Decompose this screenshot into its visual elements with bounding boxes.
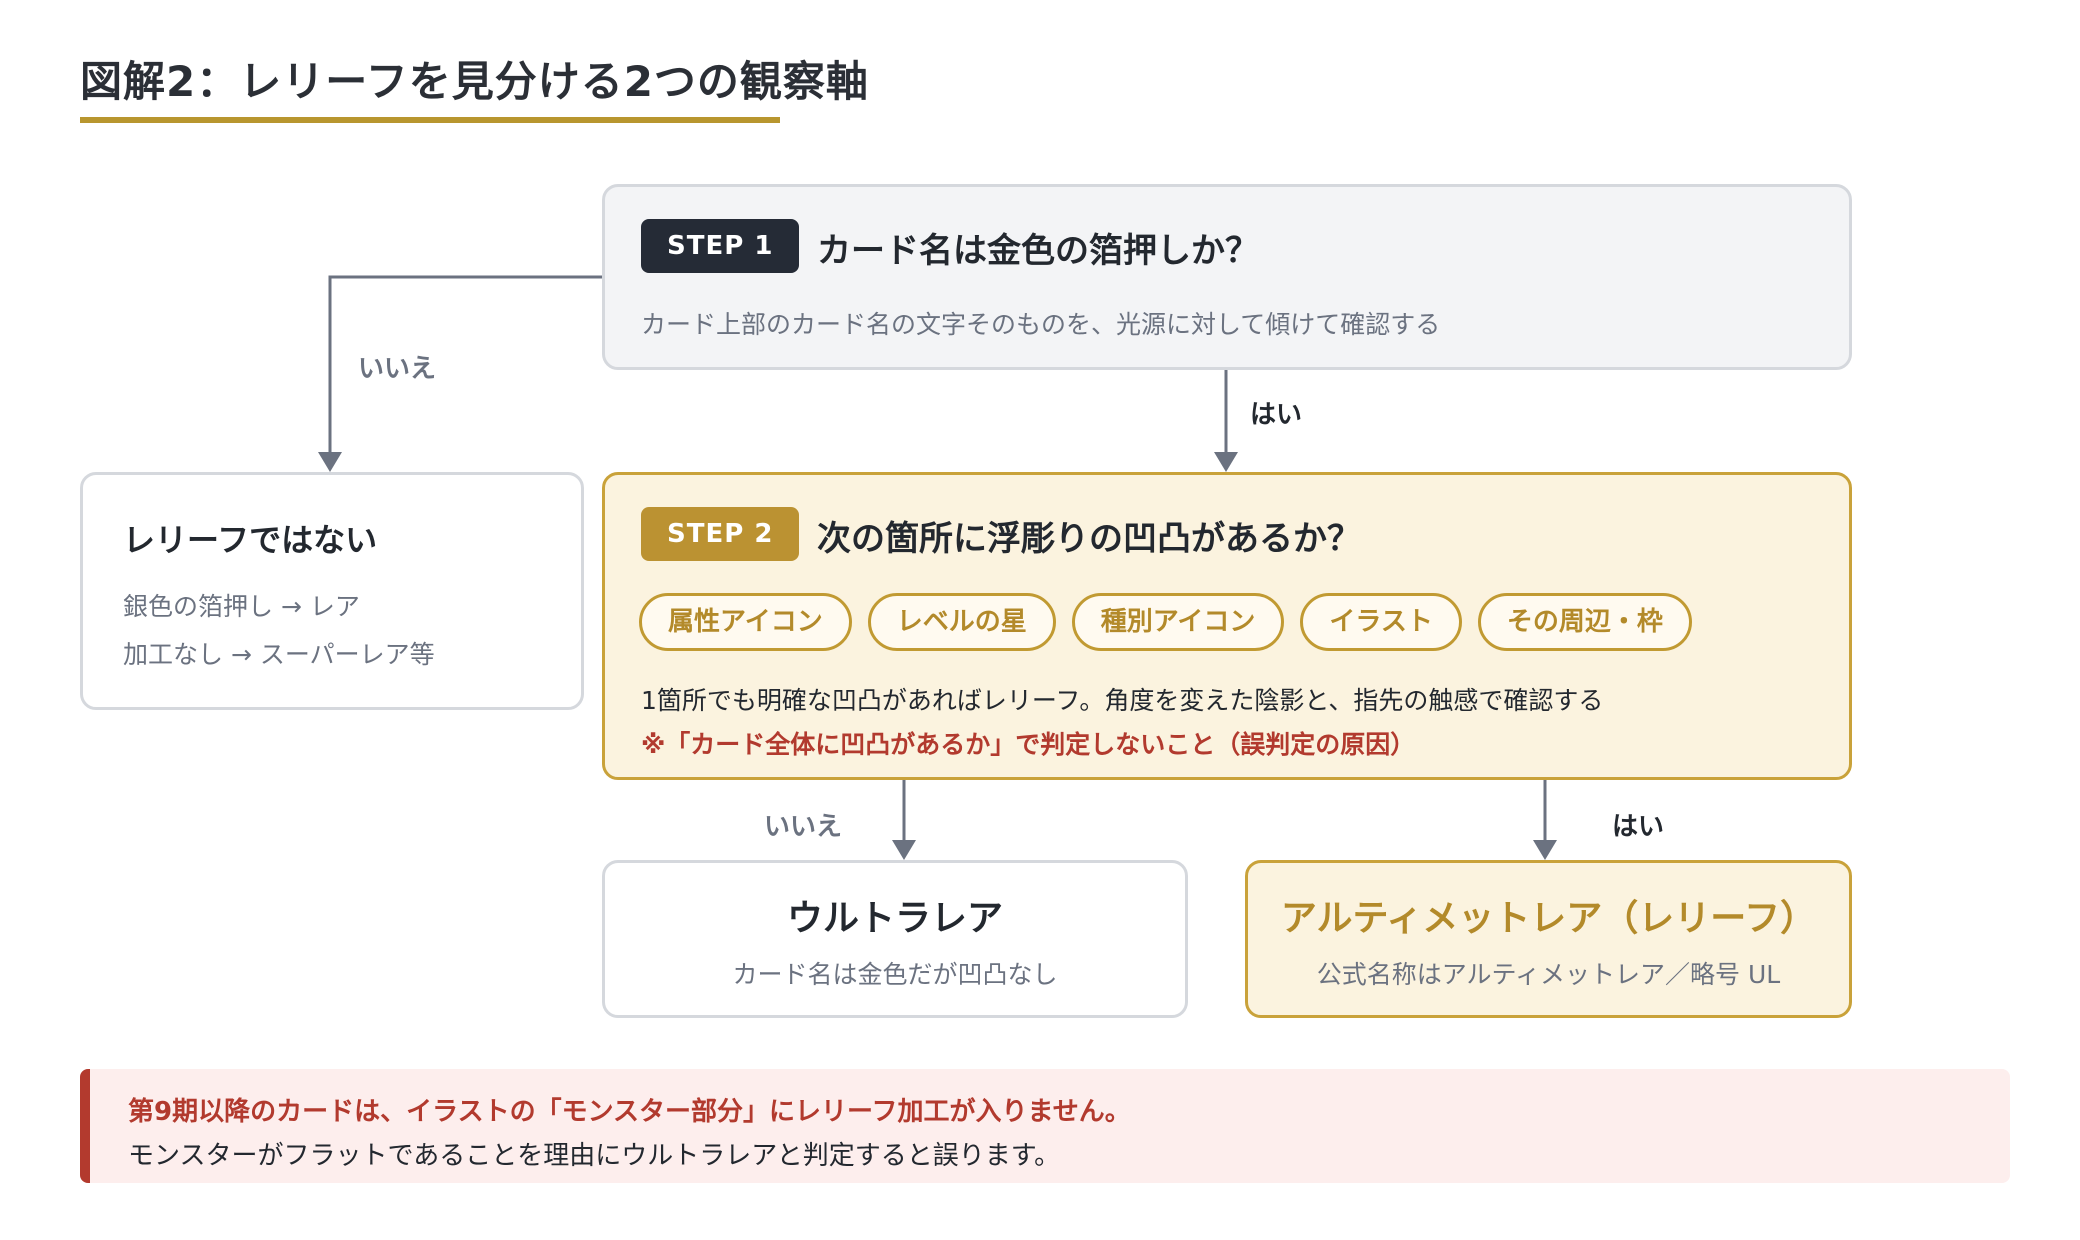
edge-label-step2-yes: はい <box>1612 812 1665 842</box>
ultimate-rare-subtitle: 公式名称はアルティメットレア／略号 UL <box>1316 960 1781 989</box>
step1-box: STEP 1 カード名は金色の箔押しか？ カード上部のカード名の文字そのものを、… <box>602 184 1852 370</box>
arrowhead-step1-yes <box>1214 452 1238 472</box>
step1-question: カード名は金色の箔押しか？ <box>817 231 1259 271</box>
chip-level-stars: レベルの星 <box>867 593 1056 651</box>
step2-question: 次の箇所に浮彫りの凹凸があるか？ <box>817 519 1361 559</box>
step1-badge: STEP 1 <box>641 219 800 273</box>
chip-illustration: イラスト <box>1300 593 1462 651</box>
ultimate-rare-box: アルティメットレア（レリーフ） 公式名称はアルティメットレア／略号 UL <box>1245 860 1852 1018</box>
chip-attribute-icon: 属性アイコン <box>639 593 852 651</box>
warning-line-2: モンスターがフラットであることを理由にウルトラレアと判定すると誤ります。 <box>128 1141 1061 1171</box>
not-relief-box: レリーフではない 銀色の箔押し → レア 加工なし → スーパーレア等 <box>80 472 584 710</box>
step1-description: カード上部のカード名の文字そのものを、光源に対して傾けて確認する <box>641 310 1441 339</box>
step2-box: STEP 2 次の箇所に浮彫りの凹凸があるか？ 属性アイコン レベルの星 種別ア… <box>602 472 1852 780</box>
warning-callout: 第9期以降のカードは、イラストの「モンスター部分」にレリーフ加工が入りません。 … <box>80 1069 2010 1183</box>
step2-warning: ※「カード全体に凹凸があるか」で判定しないこと（誤判定の原因） <box>641 730 1416 759</box>
arrowhead-step2-no <box>892 840 916 860</box>
step2-note: 1箇所でも明確な凹凸があればレリーフ。角度を変えた陰影と、指先の触感で確認する <box>641 686 1604 715</box>
arrowhead-step2-yes <box>1533 840 1557 860</box>
ultra-rare-subtitle: カード名は金色だが凹凸なし <box>732 960 1058 989</box>
warning-line-1: 第9期以降のカードは、イラストの「モンスター部分」にレリーフ加工が入りません。 <box>128 1097 1131 1127</box>
chip-type-icon: 種別アイコン <box>1071 593 1285 651</box>
step2-chip-list: 属性アイコン レベルの星 種別アイコン イラスト その周辺・枠 <box>639 593 1692 651</box>
chip-surroundings-frame: その周辺・枠 <box>1477 593 1692 651</box>
ultra-rare-title: ウルトラレア <box>786 898 1003 939</box>
edge-label-step1-yes: はい <box>1250 400 1303 430</box>
arrowhead-step1-no <box>318 452 342 472</box>
not-relief-line-plain: 加工なし → スーパーレア等 <box>123 640 435 669</box>
not-relief-line-silver: 銀色の箔押し → レア <box>123 592 360 621</box>
step2-badge: STEP 2 <box>641 507 800 561</box>
not-relief-title: レリーフではない <box>123 521 378 559</box>
ultimate-rare-title: アルティメットレア（レリーフ） <box>1280 898 1817 939</box>
edge-label-step2-no: いいえ <box>764 812 843 842</box>
edge-label-step1-no: いいえ <box>358 354 437 384</box>
ultra-rare-box: ウルトラレア カード名は金色だが凹凸なし <box>602 860 1188 1018</box>
